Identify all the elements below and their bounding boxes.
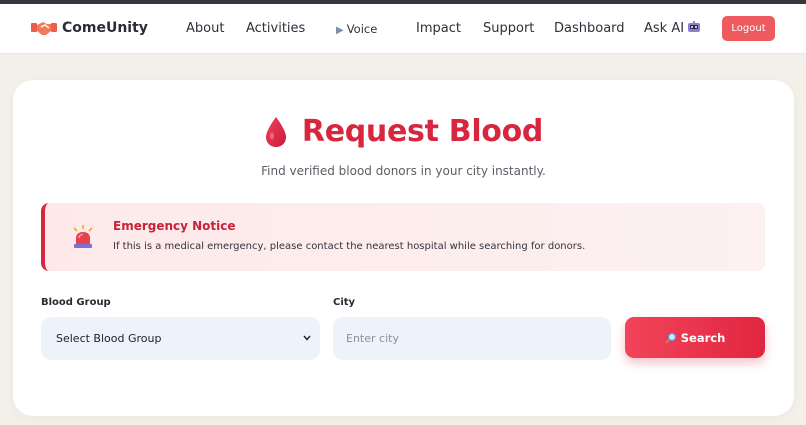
blood-group-value: Select Blood Group bbox=[56, 332, 162, 345]
logout-button[interactable]: Logout bbox=[722, 16, 775, 41]
blood-group-select[interactable]: Select Blood Group bbox=[41, 317, 320, 360]
brand-name: ComeUnity bbox=[62, 20, 148, 36]
emergency-notice: Emergency Notice If this is a medical em… bbox=[41, 203, 765, 271]
nav-ask-ai-label: Ask AI bbox=[644, 21, 685, 36]
nav-dashboard[interactable]: Dashboard bbox=[554, 21, 625, 36]
notice-text: If this is a medical emergency, please c… bbox=[113, 241, 586, 252]
nav-activities[interactable]: Activities bbox=[246, 21, 305, 36]
nav-about[interactable]: About bbox=[186, 21, 224, 36]
nav-voice[interactable]: ▶ Voice bbox=[336, 22, 377, 36]
nav-impact[interactable]: Impact bbox=[416, 21, 461, 36]
navbar: ComeUnity About Activities ▶ Voice Impact… bbox=[0, 4, 806, 54]
page-title: Request Blood bbox=[301, 114, 544, 149]
request-blood-card: Request Blood Find verified blood donors… bbox=[13, 80, 794, 416]
search-icon bbox=[665, 332, 676, 344]
page-title-row: Request Blood bbox=[13, 114, 794, 149]
nav-voice-label: Voice bbox=[346, 22, 378, 36]
page-subtitle: Find verified blood donors in your city … bbox=[261, 164, 546, 178]
brand-logo[interactable]: ComeUnity bbox=[31, 19, 148, 37]
chevron-down-icon bbox=[303, 335, 311, 341]
city-label: City bbox=[333, 297, 356, 308]
siren-icon bbox=[73, 225, 93, 248]
notice-title: Emergency Notice bbox=[113, 219, 236, 233]
blood-group-label: Blood Group bbox=[41, 297, 111, 308]
handshake-icon bbox=[31, 22, 57, 35]
speaker-icon: ▶ bbox=[336, 25, 344, 36]
search-button-label: Search bbox=[680, 330, 726, 345]
search-button[interactable]: Search bbox=[625, 317, 765, 358]
blood-drop-icon bbox=[265, 116, 286, 147]
city-input[interactable] bbox=[333, 317, 611, 360]
robot-icon bbox=[688, 21, 701, 32]
nav-ask-ai[interactable]: Ask AI bbox=[644, 21, 701, 36]
nav-support[interactable]: Support bbox=[483, 21, 534, 36]
